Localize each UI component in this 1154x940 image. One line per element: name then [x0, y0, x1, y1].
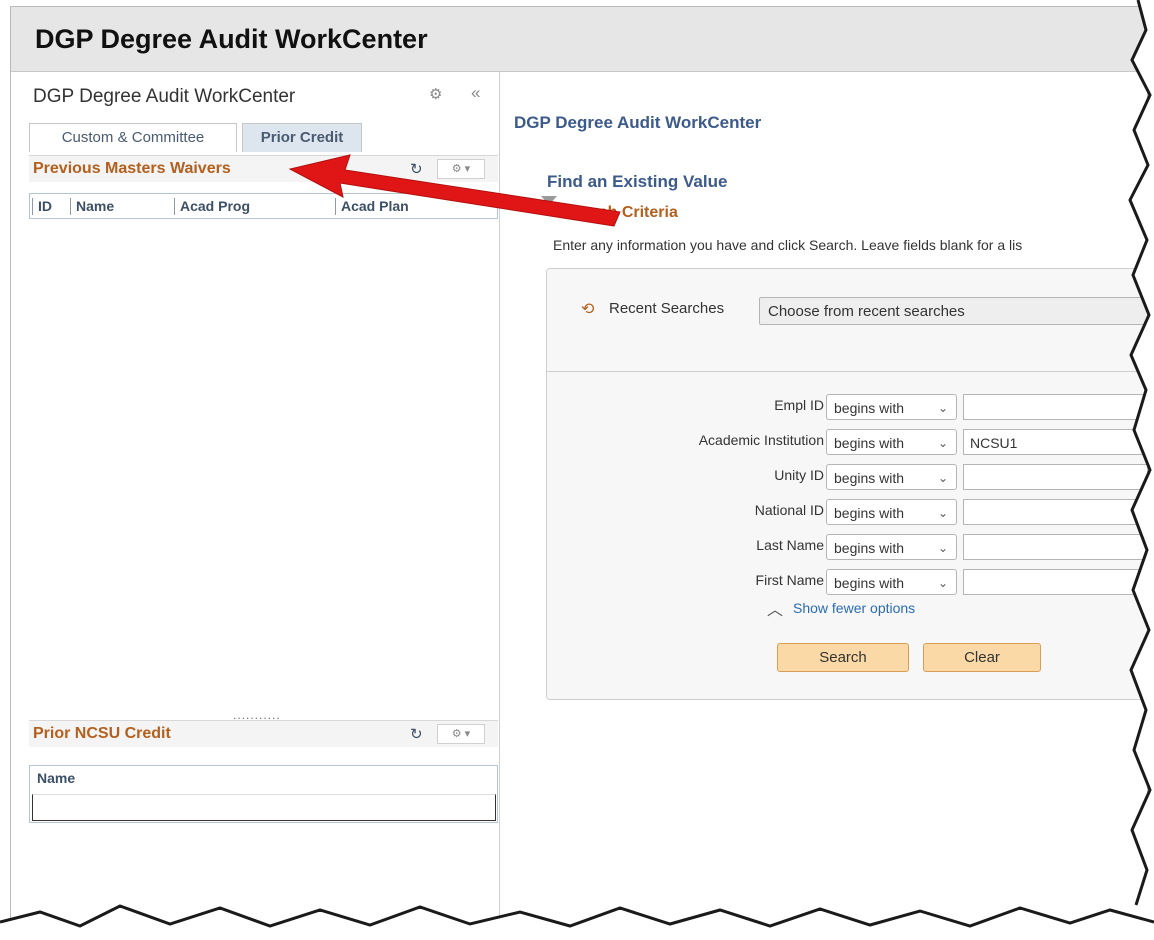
main-title: DGP Degree Audit WorkCenter — [514, 113, 762, 132]
find-existing-title: Find an Existing Value — [547, 172, 728, 191]
search-button[interactable]: Search — [777, 643, 909, 672]
tab-prior-credit[interactable]: Prior Credit — [242, 123, 362, 152]
field-row-unity-id: Unity ID begins with ⌄ — [547, 462, 1147, 492]
clear-button[interactable]: Clear — [923, 643, 1041, 672]
chevron-down-icon: ⌄ — [937, 541, 948, 555]
value-input[interactable] — [963, 464, 1147, 490]
empty-grid-row — [32, 794, 496, 821]
col-acad-prog: Acad Prog — [174, 198, 250, 215]
field-label: Unity ID — [774, 467, 824, 483]
field-label: Last Name — [756, 537, 824, 553]
operator-select[interactable]: begins with ⌄ — [826, 499, 957, 525]
divider — [547, 371, 1147, 372]
chevron-up-icon[interactable]: ︿ — [767, 596, 783, 620]
chevron-down-icon: ⌄ — [937, 506, 948, 520]
col-name: Name — [70, 198, 114, 215]
chevron-down-icon: ⌄ — [937, 401, 948, 415]
value-input[interactable] — [963, 499, 1147, 525]
left-pane-title: DGP Degree Audit WorkCenter — [33, 86, 296, 107]
tab-custom-committee[interactable]: Custom & Committee — [29, 123, 237, 152]
window-frame: DGP Degree Audit WorkCenter DGP Degree A… — [10, 6, 1148, 934]
col-acad-plan: Acad Plan — [335, 198, 409, 215]
refresh-icon[interactable]: ↻ — [410, 160, 423, 178]
field-row-first-name: First Name begins with ⌄ — [547, 567, 1147, 597]
value-input[interactable] — [963, 534, 1147, 560]
gear-icon[interactable]: ⚙ — [429, 85, 442, 103]
value-input[interactable] — [963, 569, 1147, 595]
col-id: ID — [32, 198, 52, 215]
chevron-down-icon: ⌄ — [937, 471, 948, 485]
collapse-triangle-icon[interactable] — [541, 196, 557, 205]
value-input[interactable] — [963, 394, 1147, 420]
operator-select[interactable]: begins with ⌄ — [826, 464, 957, 490]
field-label: Academic Institution — [698, 432, 824, 448]
chevron-down-icon: ⌄ — [937, 436, 948, 450]
credit-grid: Name — [29, 765, 498, 823]
prior-ncsu-credit-header: Prior NCSU Credit ↻ ⚙ ▾ — [29, 720, 498, 747]
field-label: First Name — [755, 572, 824, 588]
operator-select[interactable]: begins with ⌄ — [826, 429, 957, 455]
search-criteria-box: ⟲ Recent Searches Choose from recent sea… — [546, 268, 1147, 700]
chevron-down-icon: ⌄ — [937, 576, 948, 590]
operator-select[interactable]: begins with ⌄ — [826, 534, 957, 560]
field-row-national-id: National ID begins with ⌄ — [547, 497, 1147, 527]
search-criteria-title[interactable]: Search Criteria — [564, 204, 678, 222]
panel-title: Previous Masters Waivers — [33, 160, 231, 177]
show-fewer-options-link[interactable]: Show fewer options — [793, 600, 915, 616]
waivers-grid-header: ID Name Acad Prog Acad Plan — [29, 193, 498, 219]
refresh-icon[interactable]: ↻ — [410, 725, 423, 743]
col-name: Name — [37, 770, 76, 786]
gear-menu-icon[interactable]: ⚙ ▾ — [437, 724, 485, 744]
workcenter-left-pane: DGP Degree Audit WorkCenter ⚙ « Custom &… — [11, 72, 500, 933]
field-row-empl-id: Empl ID begins with ⌄ — [547, 392, 1147, 422]
recent-searches-select[interactable]: Choose from recent searches — [759, 297, 1147, 325]
field-row-last-name: Last Name begins with ⌄ — [547, 532, 1147, 562]
history-icon: ⟲ — [581, 301, 595, 318]
operator-select[interactable]: begins with ⌄ — [826, 394, 957, 420]
value-input[interactable]: NCSU1 — [963, 429, 1147, 455]
operator-select[interactable]: begins with ⌄ — [826, 569, 957, 595]
banner: DGP Degree Audit WorkCenter — [11, 7, 1147, 72]
gear-menu-icon[interactable]: ⚙ ▾ — [437, 159, 485, 179]
collapse-double-chevron-icon[interactable]: « — [471, 83, 480, 103]
field-label: Empl ID — [774, 397, 824, 413]
panel-title: Prior NCSU Credit — [33, 725, 171, 742]
banner-title: DGP Degree Audit WorkCenter — [35, 24, 428, 54]
recent-searches-label: Recent Searches — [609, 300, 725, 317]
search-instructions: Enter any information you have and click… — [553, 237, 1023, 253]
field-row-academic-institution: Academic Institution begins with ⌄ NCSU1 — [547, 427, 1147, 457]
field-label: National ID — [754, 502, 824, 518]
main-content: DGP Degree Audit WorkCenter Find an Exis… — [500, 72, 1147, 933]
previous-masters-waivers-header: Previous Masters Waivers ↻ ⚙ ▾ — [29, 155, 498, 182]
